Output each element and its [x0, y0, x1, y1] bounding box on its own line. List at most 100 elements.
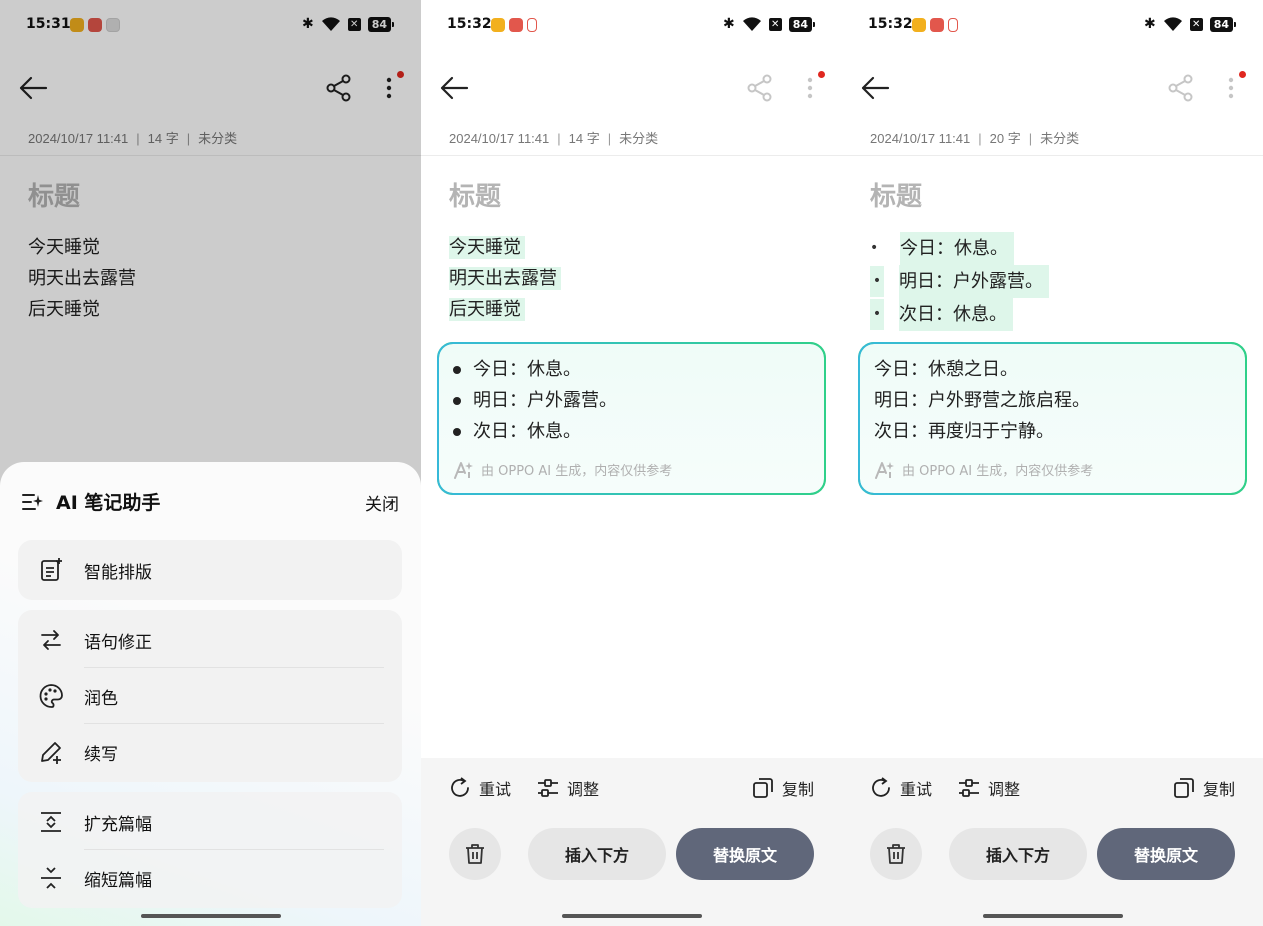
ai-generated-icon	[875, 461, 894, 479]
list-item: 明日：户外露营。	[453, 385, 617, 416]
note-meta: 2024/10/17 11:41 | 14 字 | 未分类	[449, 131, 659, 146]
delete-button[interactable]	[449, 828, 501, 880]
ai-result-box: 今日：休息。 明日：户外露营。 次日：休息。 由 OPPO AI 生成，内容仅供…	[437, 342, 826, 495]
list-item: • 明日：户外露营。	[870, 265, 1049, 298]
result-actions: 重试 调整 复制 插入下方 替换原文	[421, 758, 842, 926]
retry-label: 重试	[900, 780, 933, 799]
smart-format-icon	[41, 558, 62, 581]
note-title-placeholder[interactable]: 标题	[449, 176, 501, 213]
result-text: 次日：再度归于宁静。	[874, 421, 1054, 442]
share-icon[interactable]	[1167, 74, 1195, 102]
bluetooth-icon: ✱	[722, 16, 735, 32]
retry-button[interactable]: 重试	[449, 776, 511, 800]
delete-button[interactable]	[870, 828, 922, 880]
note-category[interactable]: 未分类	[619, 131, 658, 146]
menu-item-expand[interactable]: 扩充篇幅	[18, 794, 402, 850]
status-time: 15:32	[447, 16, 492, 32]
note-category[interactable]: 未分类	[1040, 131, 1079, 146]
adjust-button[interactable]: 调整	[537, 776, 599, 800]
menu-item-continue[interactable]: 续写	[18, 724, 402, 780]
note-date: 2024/10/17 11:41	[449, 131, 550, 146]
menu-item-polish[interactable]: 润色	[18, 668, 402, 724]
note-date: 2024/10/17 11:41	[870, 131, 971, 146]
notification-icons	[491, 18, 537, 32]
adjust-label: 调整	[988, 780, 1021, 799]
replace-original-button[interactable]: 替换原文	[676, 828, 814, 880]
status-bar: 15:32 ✱ ✕ 84	[868, 14, 1237, 38]
back-arrow-icon[interactable]	[860, 74, 890, 102]
copy-button[interactable]: 复制	[752, 776, 814, 800]
back-arrow-icon[interactable]	[439, 74, 469, 102]
bullet: •	[870, 266, 884, 297]
app-bar	[421, 68, 842, 108]
panel-format-result: 15:32 ✱ ✕ 84 2024/10/17 11:41 | 14 字 | 未分类 标…	[421, 0, 842, 926]
sliders-icon	[959, 779, 979, 797]
ai-result-list: 今日：休息。 明日：户外露营。 次日：休息。	[453, 354, 617, 447]
ai-disclaimer: 由 OPPO AI 生成，内容仅供参考	[453, 460, 672, 479]
notification-dot	[818, 71, 825, 78]
menu-item-smart-format[interactable]: 智能排版	[18, 542, 402, 598]
sliders-icon	[538, 779, 558, 797]
ai-disclaimer-text: 由 OPPO AI 生成，内容仅供参考	[902, 464, 1094, 479]
home-indicator[interactable]	[140, 914, 281, 918]
insert-below-button[interactable]: 插入下方	[949, 828, 1087, 880]
word-count: 20 字	[989, 131, 1021, 146]
wifi-icon	[1163, 16, 1183, 32]
divider	[421, 155, 842, 156]
note-body-selected[interactable]: • 今日：休息。 • 明日：户外露营。 • 次日：休息。	[870, 232, 1049, 331]
result-actions: 重试 调整 复制 插入下方 替换原文	[842, 758, 1263, 926]
trash-icon	[887, 844, 905, 864]
copy-icon	[1174, 778, 1194, 798]
result-text: 明日：户外露营。	[473, 390, 617, 411]
menu-item-label: 智能排版	[84, 562, 152, 583]
menu-item-shorten[interactable]: 缩短篇幅	[18, 850, 402, 906]
list-item: • 次日：休息。	[870, 298, 1049, 331]
status-time: 15:32	[868, 16, 913, 32]
close-button[interactable]: 关闭	[365, 490, 399, 515]
replace-original-button[interactable]: 替换原文	[1097, 828, 1235, 880]
copy-button[interactable]: 复制	[1173, 776, 1235, 800]
ai-result-box: 今日：休憩之日。 明日：户外野营之旅启程。 次日：再度归于宁静。 由 OPPO …	[858, 342, 1247, 495]
map-icon	[527, 18, 537, 32]
share-icon[interactable]	[746, 74, 774, 102]
bluetooth-icon: ✱	[1143, 16, 1156, 32]
map-icon	[948, 18, 958, 32]
note-line: 明天出去露营	[449, 267, 561, 290]
more-options-icon[interactable]	[1219, 74, 1243, 102]
weibo-icon	[491, 18, 505, 32]
word-count: 14 字	[568, 131, 600, 146]
more-options-icon[interactable]	[798, 74, 822, 102]
menu-item-label: 语句修正	[84, 632, 152, 653]
retry-label: 重试	[479, 780, 512, 799]
menu-item-sentence-fix[interactable]: 语句修正	[18, 612, 402, 668]
note-line: 后天睡觉	[449, 298, 525, 321]
home-indicator[interactable]	[561, 914, 702, 918]
home-indicator[interactable]	[982, 914, 1123, 918]
result-text: 次日：休息。	[473, 421, 581, 442]
notification-dot	[1239, 71, 1246, 78]
note-body-selected[interactable]: 今天睡觉 明天出去露营 后天睡觉	[449, 232, 561, 325]
menu-card-edit: 语句修正 润色 续写	[18, 610, 402, 782]
list-item: 次日：休息。	[453, 416, 617, 447]
sheet-title: AI 笔记助手	[56, 492, 161, 514]
bullet	[453, 365, 461, 374]
wifi-icon	[742, 16, 762, 32]
menu-card-length: 扩充篇幅 缩短篇幅	[18, 792, 402, 908]
note-meta: 2024/10/17 11:41 | 20 字 | 未分类	[870, 131, 1080, 146]
menu-item-label: 续写	[84, 744, 118, 765]
battery-icon: 84	[1209, 16, 1237, 32]
shorten-icon	[41, 867, 61, 889]
bullet: •	[870, 299, 884, 330]
menu-item-label: 扩充篇幅	[84, 814, 152, 835]
copy-label: 复制	[1202, 780, 1235, 799]
insert-below-button[interactable]: 插入下方	[528, 828, 666, 880]
note-line: 今天睡觉	[449, 236, 525, 259]
ai-result-list: 今日：休憩之日。 明日：户外野营之旅启程。 次日：再度归于宁静。	[874, 354, 1090, 447]
list-item: 明日：户外野营之旅启程。	[874, 385, 1090, 416]
menu-item-label: 润色	[84, 688, 118, 709]
adjust-button[interactable]: 调整	[958, 776, 1020, 800]
retry-button[interactable]: 重试	[870, 776, 932, 800]
note-title-placeholder[interactable]: 标题	[870, 176, 922, 213]
divider	[842, 155, 1263, 156]
notification-icons	[912, 18, 958, 32]
